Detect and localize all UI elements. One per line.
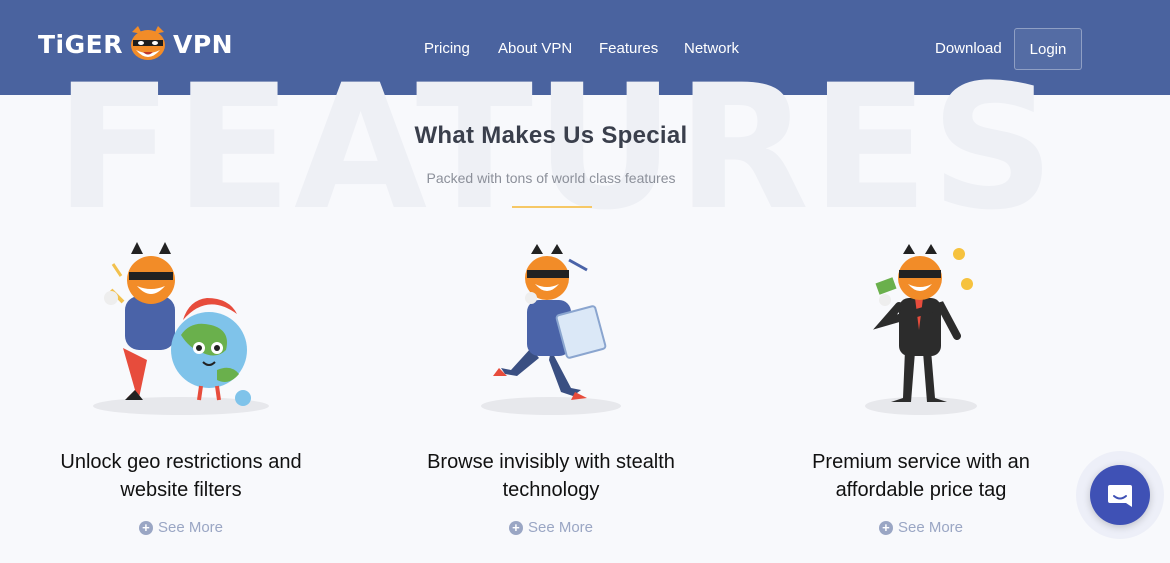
see-more-label: See More bbox=[897, 519, 964, 536]
see-more-label: See More bbox=[527, 519, 594, 536]
chat-launcher-button[interactable] bbox=[1090, 465, 1150, 525]
nav-network[interactable]: Network bbox=[684, 40, 739, 57]
feature-title-line-2: website filters bbox=[120, 479, 242, 501]
feature-title: Browse invisibly with stealth technology bbox=[401, 448, 701, 504]
feature-title-line-1: Browse invisibly with stealth bbox=[427, 451, 675, 473]
nav-pricing[interactable]: Pricing bbox=[424, 40, 470, 57]
feature-title-line-2: affordable price tag bbox=[835, 479, 1007, 501]
ninja-tiger-illustration bbox=[481, 244, 621, 415]
accent-divider bbox=[512, 206, 592, 208]
see-more-link[interactable]: + See More bbox=[771, 519, 1071, 536]
chat-bubble-icon bbox=[1108, 485, 1132, 507]
plus-circle-icon: + bbox=[508, 520, 523, 535]
plus-circle-icon: + bbox=[878, 520, 893, 535]
tiger-globe-illustration bbox=[93, 242, 269, 415]
plus-circle-icon: + bbox=[138, 520, 153, 535]
feature-title: Premium service with an affordable price… bbox=[771, 448, 1071, 504]
feature-title: Unlock geo restrictions and website filt… bbox=[31, 448, 331, 504]
section-subtitle: Packed with tons of world class features bbox=[426, 170, 676, 186]
nav-about-vpn[interactable]: About VPN bbox=[498, 40, 572, 57]
feature-title-line-1: Premium service with an bbox=[812, 451, 1030, 473]
nav-download[interactable]: Download bbox=[935, 40, 1002, 57]
main-nav: Pricing About VPN Features Network Downl… bbox=[0, 40, 1170, 60]
nav-features[interactable]: Features bbox=[599, 40, 658, 57]
see-more-link[interactable]: + See More bbox=[31, 519, 331, 536]
feature-title-line-1: Unlock geo restrictions and bbox=[60, 451, 302, 473]
see-more-link[interactable]: + See More bbox=[401, 519, 701, 536]
section-title: What Makes Us Special bbox=[414, 122, 688, 149]
business-tiger-illustration bbox=[865, 244, 977, 415]
see-more-label: See More bbox=[157, 519, 224, 536]
feature-title-line-2: technology bbox=[502, 479, 600, 501]
